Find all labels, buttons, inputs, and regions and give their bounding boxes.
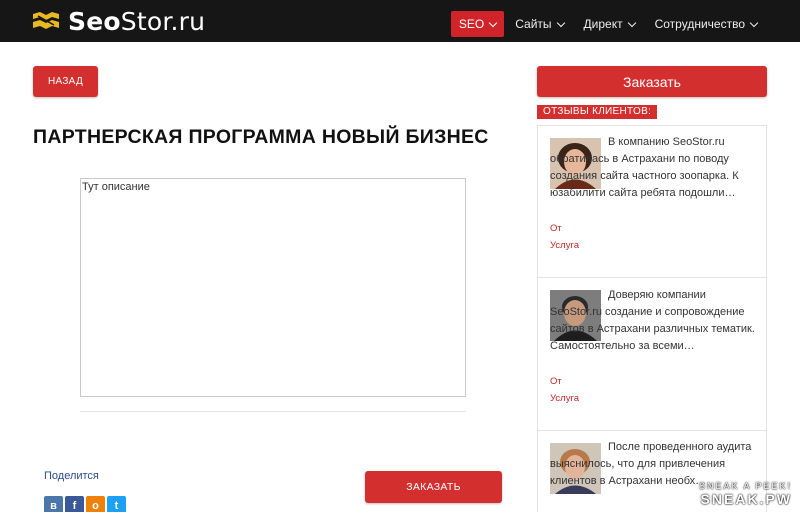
logo-mark-icon xyxy=(33,12,59,29)
page-title: ПАРТНЕРСКАЯ ПРОГРАММА НОВЫЙ БИЗНЕС xyxy=(33,126,489,148)
back-button[interactable]: НАЗАД xyxy=(33,66,98,97)
share-label: Поделится xyxy=(44,470,99,482)
review-from: От xyxy=(550,376,562,387)
nav-item-cooperation[interactable]: Сотрудничество xyxy=(646,11,766,37)
review-item: Доверяю компании SeoStor.ru создание и с… xyxy=(538,278,766,431)
order-button[interactable]: ЗАКАЗАТЬ xyxy=(365,471,502,503)
twitter-icon[interactable]: t xyxy=(107,496,126,512)
logo-text: SeoStor.ru xyxy=(68,6,206,36)
review-service: Услуга xyxy=(550,393,579,404)
logo[interactable]: SeoStor.ru xyxy=(32,6,206,36)
nav-item-label: Директ xyxy=(583,17,623,31)
description-box: Тут описание xyxy=(80,178,466,397)
top-navbar: SeoStor.ru SEO Сайты Директ Сотрудничест… xyxy=(0,0,800,42)
chevron-down-icon xyxy=(749,18,759,27)
facebook-icon[interactable]: f xyxy=(65,496,84,512)
watermark-line1: SNEAK A PEEK! xyxy=(698,481,792,491)
divider xyxy=(80,411,466,412)
review-item: В компанию SeoStor.ru обратилась в Астра… xyxy=(538,126,766,278)
sidebar-order-button[interactable]: Заказать xyxy=(537,66,767,97)
nav-item-seo[interactable]: SEO xyxy=(450,11,505,37)
nav-item-label: Сотрудничество xyxy=(654,17,745,31)
review-service: Услуга xyxy=(550,240,579,251)
review-text: В компанию SeoStor.ru обратилась в Астра… xyxy=(550,136,739,199)
review-from: От xyxy=(550,223,562,234)
odnoklassniki-icon[interactable]: о xyxy=(86,496,105,512)
review-text: Доверяю компании SeoStor.ru создание и с… xyxy=(550,289,755,352)
nav-item-label: SEO xyxy=(458,17,485,31)
chevron-down-icon xyxy=(627,18,636,27)
watermark-line2: SNEAK.PW xyxy=(700,491,792,507)
reviews-heading: ОТЗЫВЫ КЛИЕНТОВ: xyxy=(537,105,658,119)
chevron-down-icon xyxy=(488,18,498,27)
reviews-list: В компанию SeoStor.ru обратилась в Астра… xyxy=(537,125,767,512)
nav-item-label: Сайты xyxy=(515,17,552,31)
vk-icon[interactable]: в xyxy=(44,496,63,512)
nav-item-sites[interactable]: Сайты xyxy=(506,11,572,37)
nav-item-direct[interactable]: Директ xyxy=(575,11,644,37)
description-text: Тут описание xyxy=(82,181,150,193)
main-nav: SEO Сайты Директ Сотрудничество xyxy=(449,11,766,37)
watermark: SNEAK A PEEK! SNEAK.PW xyxy=(699,481,792,507)
share-icons: в f о t xyxy=(44,496,128,512)
chevron-down-icon xyxy=(556,18,565,27)
